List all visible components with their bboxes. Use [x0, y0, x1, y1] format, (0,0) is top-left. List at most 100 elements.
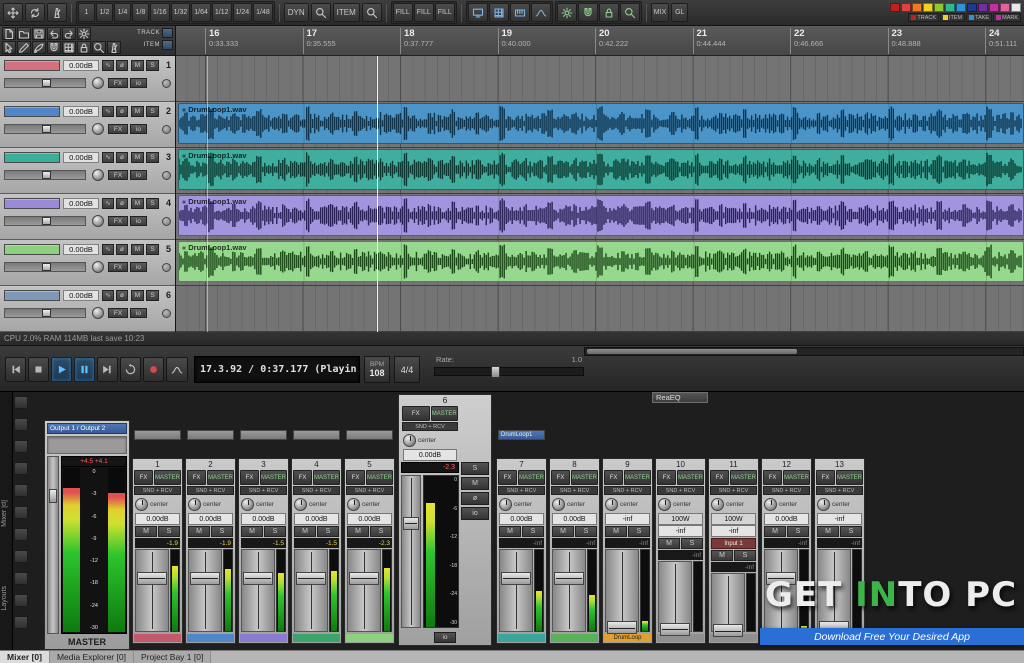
channel-volume-readout[interactable]: 0.00dB: [403, 449, 457, 461]
channel-sndrcv-button[interactable]: SND + RCV: [816, 486, 863, 495]
track-volume-fader[interactable]: [4, 78, 86, 88]
color-swatch[interactable]: [934, 3, 944, 12]
channel-volume-readout[interactable]: 0.00dB: [347, 513, 392, 525]
pan-knob[interactable]: [764, 498, 777, 511]
channel-fader-handle[interactable]: [190, 572, 220, 585]
pan-knob[interactable]: [499, 498, 512, 511]
master-fader[interactable]: [47, 456, 59, 634]
channel-volume-readout[interactable]: 0.00dB: [294, 513, 339, 525]
channel-fader[interactable]: [294, 549, 328, 632]
mixer-channel-strip[interactable]: 5FXMASTERSND + RCVcenter0.00dBMS-2.3: [344, 458, 395, 644]
track-solo-button[interactable]: S: [146, 106, 159, 117]
track-panel[interactable]: 0.00dB∿øMSFXio2: [0, 102, 175, 148]
gear-icon[interactable]: [77, 27, 91, 40]
channel-fx-button[interactable]: FX: [604, 470, 623, 485]
playrate-thumb[interactable]: [491, 366, 500, 378]
channel-sndrcv-button[interactable]: SND + RCV: [657, 486, 704, 495]
magnet-snap-icon[interactable]: [47, 41, 61, 54]
track-lane[interactable]: [176, 286, 1024, 332]
go-to-end-button[interactable]: [97, 357, 118, 382]
master-fader-handle[interactable]: [49, 489, 57, 503]
channel-solo-button[interactable]: S: [787, 526, 809, 537]
track-phase-button[interactable]: ø: [116, 290, 128, 301]
track-fx-button[interactable]: FX: [108, 124, 128, 134]
track-pan-knob[interactable]: [92, 169, 104, 181]
channel-route-button[interactable]: MASTER: [730, 470, 757, 485]
channel-mute-button[interactable]: M: [241, 526, 263, 537]
save-project-icon[interactable]: [32, 27, 46, 40]
track-lane[interactable]: [176, 56, 1024, 102]
track-panel[interactable]: 0.00dB∿øMSFXio4: [0, 194, 175, 240]
channel-fader[interactable]: [499, 549, 533, 632]
record-arm-button[interactable]: [162, 217, 171, 226]
color-swatch[interactable]: [978, 3, 988, 12]
track-volume-fader[interactable]: [4, 262, 86, 272]
cursor-tool-icon[interactable]: [2, 41, 16, 54]
color-swatch[interactable]: [945, 3, 955, 12]
track-pan-knob[interactable]: [92, 215, 104, 227]
track-io-button[interactable]: io: [130, 78, 147, 88]
docker-side-tab[interactable]: Mixer [d]: [1, 500, 12, 527]
channel-solo-button[interactable]: S: [522, 526, 544, 537]
track-phase-button[interactable]: ø: [116, 106, 128, 117]
zoom-icon[interactable]: [620, 3, 640, 22]
channel-fader[interactable]: [401, 475, 421, 628]
mixer-option-button[interactable]: [14, 616, 28, 629]
channel-fx-button[interactable]: FX: [710, 470, 729, 485]
channel-volume-readout[interactable]: -inf: [658, 525, 703, 537]
mixer-option-button[interactable]: [14, 572, 28, 585]
track-panel[interactable]: 0.00dB∿øMSFXio1: [0, 56, 175, 102]
grid-toggle-icon[interactable]: [489, 3, 509, 22]
envelope-icon[interactable]: [531, 3, 551, 22]
track-mute-button[interactable]: M: [131, 60, 144, 71]
channel-fx-button[interactable]: FX: [187, 470, 206, 485]
track-panel[interactable]: 0.00dB∿øMSFXio3: [0, 148, 175, 194]
mixer-option-button[interactable]: [14, 396, 28, 409]
color-swatch[interactable]: [989, 3, 999, 12]
channel-volume-readout[interactable]: -inf: [817, 513, 862, 525]
channel-route-button[interactable]: MASTER: [154, 470, 181, 485]
color-swatch[interactable]: [912, 3, 922, 12]
track-env-button[interactable]: ∿: [102, 198, 114, 209]
channel-mute-button[interactable]: M: [499, 526, 521, 537]
channel-sndrcv-button[interactable]: SND + RCV: [498, 486, 545, 495]
track-pan-knob[interactable]: [92, 261, 104, 273]
channel-sndrcv-button[interactable]: SND + RCV: [551, 486, 598, 495]
channel-io-box[interactable]: [293, 430, 340, 440]
channel-fader[interactable]: [188, 549, 222, 632]
razor-tool-icon[interactable]: [32, 41, 46, 54]
zoom-icon[interactable]: [311, 3, 331, 22]
channel-mute-button[interactable]: M: [764, 526, 786, 537]
channel-solo-button[interactable]: S: [628, 526, 650, 537]
media-item[interactable]: « DrumLoop1.wav: [178, 241, 1024, 282]
pan-knob[interactable]: [817, 498, 830, 511]
fill-button[interactable]: FILL: [393, 3, 413, 22]
track-io-button[interactable]: io: [130, 124, 147, 134]
track-env-button[interactable]: ∿: [102, 106, 114, 117]
channel-volume-readout[interactable]: 0.00dB: [552, 513, 597, 525]
channel-volume-readout[interactable]: 0.00dB: [135, 513, 180, 525]
channel-fader-handle[interactable]: [554, 572, 584, 585]
channel-fader-handle[interactable]: [713, 624, 743, 637]
mixer-channel-strip[interactable]: 3FXMASTERSND + RCVcenter0.00dBMS-1.5: [238, 458, 289, 644]
tag-chip[interactable]: TAKE: [966, 13, 992, 22]
track-mute-button[interactable]: M: [131, 290, 144, 301]
scope-toggle-button[interactable]: [162, 28, 173, 38]
dock-tab[interactable]: Media Explorer [0]: [50, 651, 134, 663]
channel-io-button[interactable]: io: [434, 632, 456, 643]
mixer-option-button[interactable]: [14, 506, 28, 519]
channel-fader-handle[interactable]: [607, 621, 637, 634]
track-name-field[interactable]: [4, 198, 60, 209]
pan-knob[interactable]: [403, 434, 416, 447]
channel-sndrcv-button[interactable]: SND + RCV: [346, 486, 393, 495]
media-item[interactable]: « DrumLoop1.wav: [178, 103, 1024, 144]
record-arm-button[interactable]: [162, 263, 171, 272]
pan-knob[interactable]: [188, 498, 201, 511]
channel-fx-button[interactable]: FX: [240, 470, 259, 485]
track-env-button[interactable]: ∿: [102, 60, 114, 71]
grid-division-button[interactable]: 1/12: [212, 3, 232, 22]
channel-fx-button[interactable]: FX: [293, 470, 312, 485]
record-arm-button[interactable]: [162, 125, 171, 134]
track-pan-knob[interactable]: [92, 77, 104, 89]
grid-division-button[interactable]: 1/8: [132, 3, 149, 22]
